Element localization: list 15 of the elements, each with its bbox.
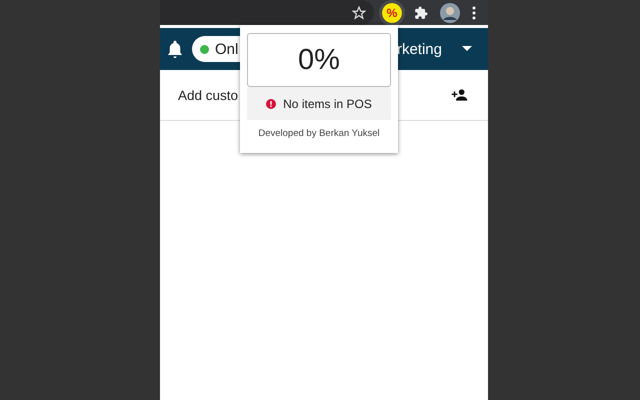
status-label: Onl: [215, 40, 238, 58]
caret-icon[interactable]: [462, 46, 472, 52]
bell-icon[interactable]: [166, 39, 184, 59]
puzzle-icon[interactable]: [414, 6, 428, 20]
menu-icon[interactable]: [472, 6, 476, 20]
add-customer-label[interactable]: Add custo: [178, 88, 238, 102]
add-person-icon[interactable]: [451, 89, 468, 101]
avatar-icon[interactable]: [440, 2, 460, 22]
alert-icon: [266, 98, 276, 108]
developer-credit: Developed by Berkan Yuksel: [257, 128, 381, 139]
star-icon[interactable]: [352, 6, 366, 20]
message-text: No items in POS: [283, 96, 372, 110]
account-name[interactable]: rketing: [396, 40, 442, 58]
extension-button[interactable]: %: [382, 2, 402, 22]
percentage-display: 0%: [247, 33, 391, 87]
